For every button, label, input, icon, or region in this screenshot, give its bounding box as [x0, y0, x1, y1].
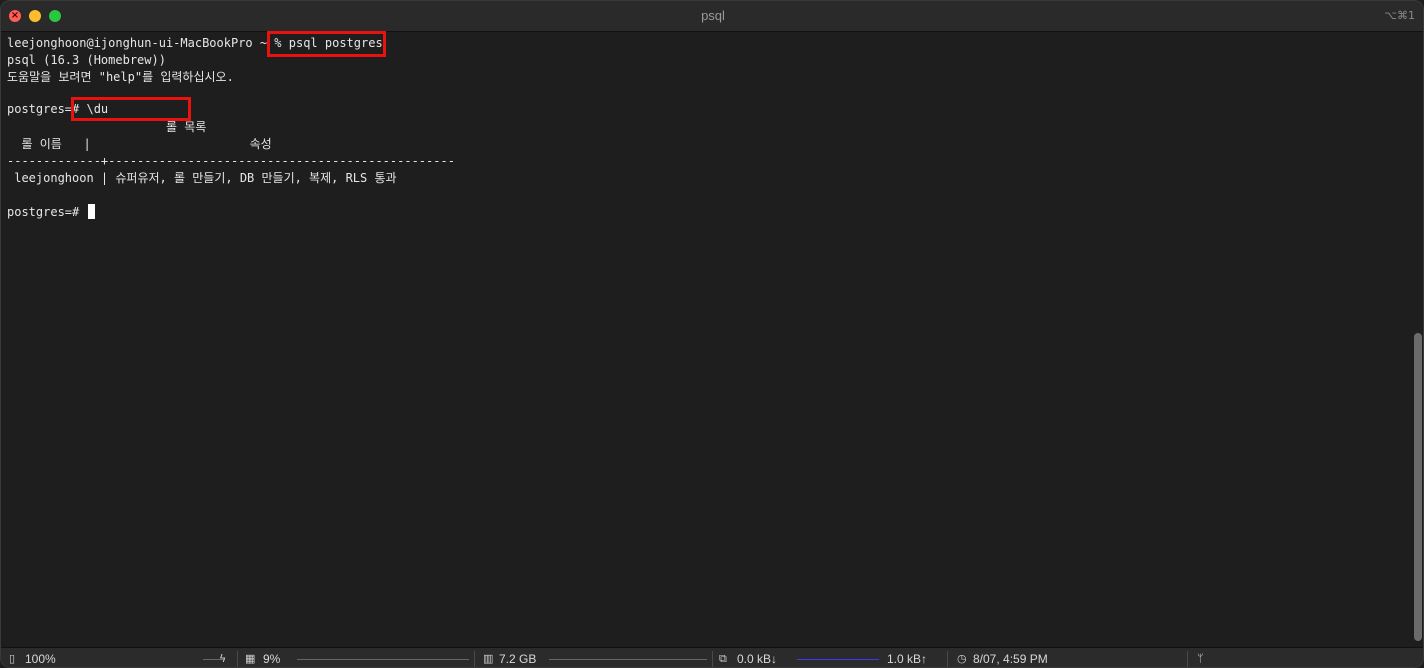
terminal-prompt[interactable]: postgres=# [7, 204, 96, 221]
network-graph [797, 659, 879, 660]
title-bar: × psql ⌥⌘1 [1, 1, 1423, 32]
divider [1187, 651, 1188, 667]
divider [474, 651, 475, 667]
memory-icon: ▥ [483, 652, 494, 665]
git-branch-icon: ᛘ [1197, 652, 1204, 665]
clock-time: 8/07, 4:59 PM [973, 652, 1048, 666]
window-title: psql [701, 8, 725, 23]
cpu-graph [297, 659, 469, 660]
terminal-line: 롤 이름 | 속성 [7, 137, 272, 151]
prompt-text: postgres=# [7, 205, 87, 219]
divider [237, 651, 238, 667]
divider [947, 651, 948, 667]
cpu-icon: ▦ [245, 652, 256, 665]
status-bar: ▯ 100% ϟ ▦ 9% ▥ 7.2 GB ⧉ 0.0 kB↓ 1.0 kB↑… [1, 647, 1423, 667]
battery-icon: ▯ [9, 652, 16, 665]
highlight-box-du-command [71, 97, 191, 121]
terminal-output[interactable]: leejonghoon@ijonghun-ui-MacBookPro ~ % p… [7, 33, 1407, 643]
terminal-line: leejonghoon | 슈퍼유저, 롤 만들기, DB 만들기, 복제, R… [7, 171, 397, 185]
battery-level: 100% [25, 652, 56, 666]
terminal-line: 도움말을 보려면 "help"를 입력하십시오. [7, 70, 234, 84]
terminal-line: -------------+--------------------------… [7, 154, 455, 168]
text-cursor [88, 204, 96, 219]
power-icon: ϟ [219, 652, 227, 665]
terminal-line: psql (16.3 (Homebrew)) [7, 53, 166, 67]
clock-icon: ◷ [957, 652, 967, 665]
network-upload: 1.0 kB↑ [887, 652, 928, 666]
memory-graph [549, 659, 707, 660]
highlight-box-psql-command [267, 31, 386, 57]
memory-usage: 7.2 GB [499, 652, 537, 666]
terminal-line: 롤 목록 [7, 120, 207, 134]
network-download: 0.0 kB↓ [737, 652, 778, 666]
divider [712, 651, 713, 667]
network-icon: ⧉ [719, 652, 727, 665]
window-shortcut: ⌥⌘1 [1384, 9, 1415, 22]
scrollbar-thumb[interactable] [1414, 333, 1422, 641]
cpu-usage: 9% [263, 652, 281, 666]
scrollbar[interactable] [1411, 33, 1423, 645]
terminal-window: × psql ⌥⌘1 leejonghoon@ijonghun-ui-MacBo… [0, 0, 1424, 668]
